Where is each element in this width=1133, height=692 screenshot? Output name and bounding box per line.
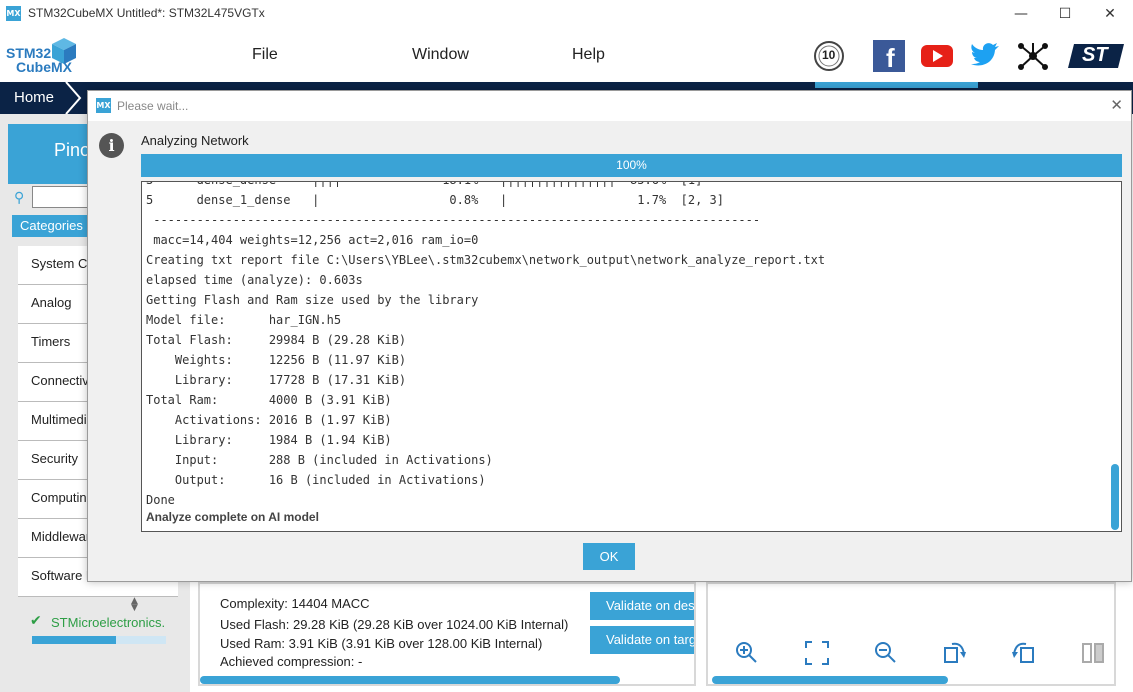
- log-line: Total Ram: 4000 B (3.91 KiB): [146, 393, 392, 407]
- minimize-button[interactable]: —: [1010, 4, 1032, 24]
- log-line: Done: [146, 493, 175, 507]
- facebook-glyph: f: [886, 43, 895, 73]
- analysis-log[interactable]: 3 dense_dense |||| 18.1% |||||||||||||||…: [141, 181, 1122, 532]
- breadcrumb-chevron-icon: [65, 82, 82, 114]
- left-progress-fill: [32, 636, 117, 644]
- sort-icon[interactable]: ▲ ▼: [131, 597, 138, 613]
- anniversary-label: 10: [822, 48, 836, 62]
- used-flash-stat: Used Flash: 29.28 KiB (29.28 KiB over 10…: [220, 617, 569, 632]
- log-line: Weights: 12256 B (11.97 KiB): [146, 353, 407, 367]
- twitter-icon[interactable]: [968, 40, 1002, 72]
- facebook-icon[interactable]: f: [872, 40, 906, 73]
- home-tab[interactable]: Home: [0, 82, 68, 114]
- right-horizontal-scrollbar[interactable]: [712, 676, 948, 684]
- log-line: Total Flash: 29984 B (29.28 KiB): [146, 333, 407, 347]
- check-icon: ✔: [30, 613, 42, 629]
- rotate-left-icon[interactable]: [1010, 640, 1036, 666]
- menu-help[interactable]: Help: [572, 46, 605, 64]
- youtube-icon[interactable]: [920, 40, 954, 72]
- log-line: Input: 288 B (included in Activations): [146, 453, 493, 467]
- log-line: Library: 17728 B (17.31 KiB): [146, 373, 407, 387]
- zoom-in-icon[interactable]: [734, 640, 760, 666]
- anniversary-badge-icon[interactable]: 10: [812, 40, 846, 72]
- info-icon: i: [99, 133, 124, 158]
- log-line: elapsed time (analyze): 0.603s: [146, 273, 363, 287]
- log-line: 5 dense_1_dense | 0.8% | 1.7% [2, 3]: [146, 193, 724, 207]
- compression-stat: Achieved compression: -: [220, 654, 363, 669]
- stmicroelectronics-link[interactable]: STMicroelectronics.: [51, 615, 165, 630]
- title-bar: MX STM32CubeMX Untitled*: STM32L475VGTx …: [0, 0, 1133, 30]
- dialog-close-button[interactable]: ✕: [1110, 96, 1123, 114]
- log-line: Output: 16 B (included in Activations): [146, 473, 486, 487]
- menu-file[interactable]: File: [252, 46, 278, 64]
- log-line: Model file: har_IGN.h5: [146, 313, 342, 327]
- please-wait-dialog: MX Please wait... ✕ i Analyzing Network …: [87, 90, 1132, 582]
- app-icon: MX: [6, 6, 21, 21]
- log-scrollbar-thumb[interactable]: [1111, 464, 1119, 530]
- ok-button[interactable]: OK: [583, 543, 635, 570]
- dialog-title: Please wait...: [117, 99, 189, 113]
- window-title: STM32CubeMX Untitled*: STM32L475VGTx: [28, 6, 265, 20]
- complexity-stat: Complexity: 14404 MACC: [220, 596, 370, 611]
- horizontal-scrollbar[interactable]: [200, 676, 620, 684]
- log-line: 3 dense_dense |||| 18.1% |||||||||||||||…: [146, 182, 1106, 190]
- network-share-icon[interactable]: [1016, 40, 1050, 72]
- app-window: MX STM32CubeMX Untitled*: STM32L475VGTx …: [0, 0, 1133, 692]
- validate-desktop-button[interactable]: Validate on desktop: [590, 592, 694, 620]
- close-button[interactable]: ✕: [1099, 4, 1121, 24]
- fit-screen-icon[interactable]: [804, 640, 830, 666]
- log-line: ----------------------------------------…: [146, 213, 761, 227]
- analysis-progress-bar: 100%: [141, 154, 1122, 177]
- st-logo-text: ST: [1082, 44, 1108, 66]
- validate-target-button[interactable]: Validate on target: [590, 626, 694, 654]
- logo-text-cubemx: CubeMX: [16, 59, 72, 75]
- menu-window[interactable]: Window: [412, 46, 469, 64]
- search-icon: ⚲: [14, 190, 25, 206]
- dialog-title-bar: MX Please wait... ✕: [88, 91, 1131, 121]
- maximize-button[interactable]: ☐: [1054, 4, 1076, 24]
- dialog-app-icon: MX: [96, 98, 111, 113]
- used-ram-stat: Used Ram: 3.91 KiB (3.91 KiB over 128.00…: [220, 636, 543, 651]
- log-line: macc=14,404 weights=12,256 act=2,016 ram…: [146, 233, 479, 247]
- flip-icon[interactable]: [1080, 640, 1106, 666]
- dialog-heading: Analyzing Network: [141, 133, 249, 148]
- stm32cubemx-logo: STM32 CubeMX: [6, 38, 78, 78]
- st-logo-icon[interactable]: ST: [1066, 40, 1126, 72]
- zoom-out-icon[interactable]: [873, 640, 899, 666]
- categories-tab[interactable]: Categories: [12, 215, 92, 237]
- view-tools-panel: [706, 582, 1116, 686]
- log-line: Getting Flash and Ram size used by the l…: [146, 293, 479, 307]
- log-line: Library: 1984 B (1.94 KiB): [146, 433, 392, 447]
- log-line: Activations: 2016 B (1.97 KiB): [146, 413, 392, 427]
- menu-bar: STM32 CubeMX File Window Help 10 f ST: [0, 30, 1133, 82]
- log-final-line: Analyze complete on AI model: [146, 510, 319, 524]
- left-progress-bar: [32, 636, 166, 644]
- network-stats-panel: Complexity: 14404 MACC Used Flash: 29.28…: [198, 582, 696, 686]
- nav-accent-bar: [815, 82, 978, 88]
- log-lines: 3 dense_dense |||| 18.1% |||||||||||||||…: [146, 182, 1106, 530]
- rotate-right-icon[interactable]: [942, 640, 968, 666]
- log-line: Creating txt report file C:\Users\YBLee\…: [146, 253, 826, 267]
